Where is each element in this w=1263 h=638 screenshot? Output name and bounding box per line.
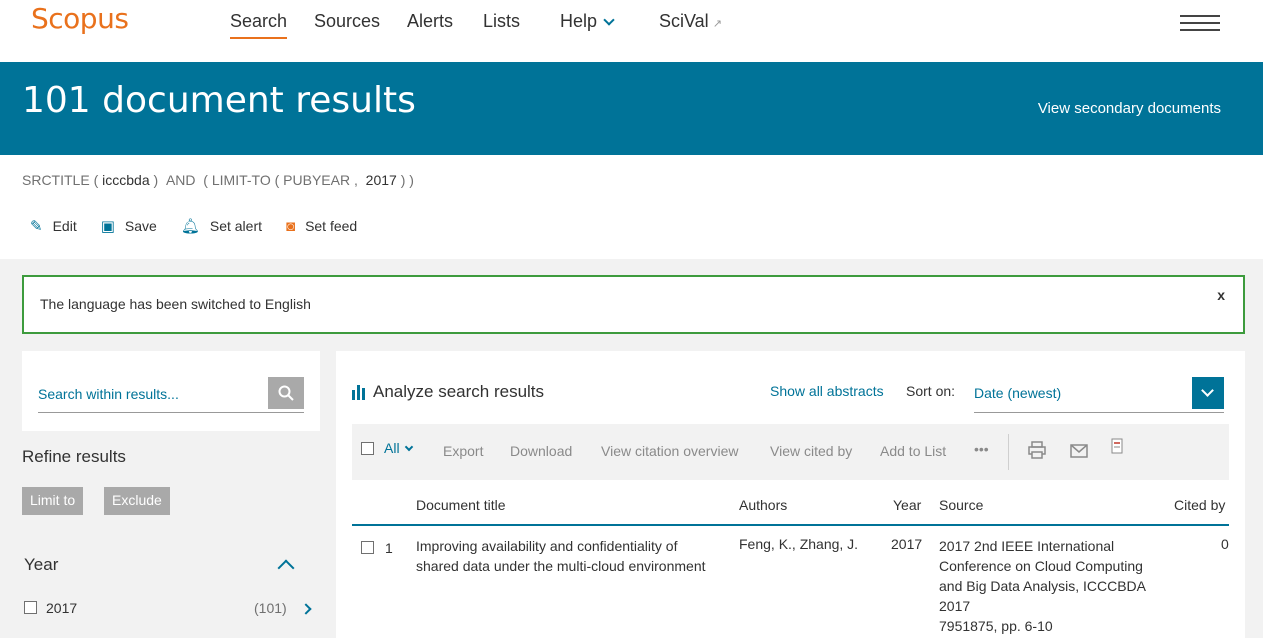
year-facet-count: (101)	[254, 600, 287, 616]
view-secondary-documents-link[interactable]: View secondary documents	[1038, 100, 1221, 117]
add-to-list-button[interactable]: Add to List	[880, 443, 946, 459]
chevron-right-icon[interactable]	[300, 603, 312, 615]
chevron-down-icon[interactable]	[1192, 377, 1224, 409]
view-cited-by-button[interactable]: View cited by	[770, 443, 852, 459]
rss-icon: ◙	[286, 217, 296, 235]
sort-selected-value: Date (newest)	[974, 385, 1062, 401]
set-feed-button[interactable]: ◙ Set feed	[286, 217, 357, 235]
refine-results-title: Refine results	[22, 447, 126, 466]
sort-on-label: Sort on:	[906, 383, 956, 399]
nav-help[interactable]: Help	[560, 11, 615, 32]
analyze-label: Analyze search results	[373, 382, 545, 401]
query-limit-value: 2017	[365, 172, 397, 188]
year-facet-title: Year	[24, 555, 59, 574]
document-source: 2017 2nd IEEE International Conference o…	[939, 536, 1169, 636]
search-within-panel	[22, 351, 320, 431]
query-operator: AND	[165, 172, 196, 188]
language-alert: The language has been switched to Englis…	[22, 275, 1245, 334]
row-number: 1	[385, 540, 393, 556]
search-within-input[interactable]	[38, 377, 266, 411]
query-field: SRCTITLE	[22, 172, 90, 188]
email-icon[interactable]	[1070, 444, 1088, 458]
toolbar-divider	[1008, 434, 1009, 470]
column-header-year[interactable]: Year	[893, 497, 921, 513]
nav-scival[interactable]: SciVal ↗	[659, 11, 722, 32]
exclude-button[interactable]: Exclude	[104, 487, 170, 515]
search-button[interactable]	[268, 377, 304, 409]
authors-links[interactable]: Feng, K., Zhang, J.	[739, 536, 858, 552]
show-all-abstracts-link[interactable]: Show all abstracts	[770, 383, 884, 399]
year-checkbox[interactable]	[24, 601, 37, 614]
column-header-document-title[interactable]: Document title	[416, 497, 505, 513]
results-banner: 101 document results View secondary docu…	[0, 62, 1263, 155]
close-icon[interactable]: x	[1217, 287, 1225, 303]
document-year: 2017	[891, 536, 923, 552]
save-label: Save	[124, 218, 157, 234]
query-limit-field: PUBYEAR	[283, 172, 351, 188]
year-facet-item: 2017 (101)	[22, 600, 320, 622]
chevron-down-icon	[603, 14, 615, 26]
row-checkbox[interactable]	[361, 541, 374, 554]
column-header-cited-by[interactable]: Cited by	[1174, 497, 1225, 513]
document-title-link[interactable]: Improving availability and confidentiali…	[416, 536, 716, 576]
table-header-divider	[352, 524, 1229, 526]
sort-select[interactable]: Date (newest)	[974, 377, 1224, 413]
edit-button[interactable]: ✎ Edit	[30, 217, 77, 235]
more-options-icon[interactable]: •••	[974, 441, 989, 457]
table-row: 1 Improving availability and confidentia…	[352, 536, 1229, 638]
set-alert-button[interactable]: 🔔︎ Set alert	[181, 217, 262, 235]
query-term: icccbda	[102, 172, 150, 188]
nav-alerts[interactable]: Alerts	[407, 11, 453, 32]
alert-message: The language has been switched to Englis…	[40, 296, 311, 312]
bar-chart-icon	[352, 384, 365, 400]
nav-scival-label: SciVal	[659, 11, 709, 31]
scopus-logo[interactable]: Scopus	[31, 2, 129, 35]
nav-lists[interactable]: Lists	[483, 11, 520, 32]
search-within-field	[38, 377, 304, 413]
query-limit: LIMIT-TO	[211, 172, 271, 188]
column-header-authors[interactable]: Authors	[739, 497, 787, 513]
limit-to-button[interactable]: Limit to	[22, 487, 84, 515]
external-link-icon: ↗	[712, 18, 722, 30]
set-feed-label: Set feed	[305, 218, 358, 234]
nav-search[interactable]: Search	[230, 11, 288, 39]
year-facet-label: 2017	[46, 600, 78, 616]
select-all-dropdown[interactable]: All	[384, 440, 413, 456]
export-button[interactable]: Export	[443, 443, 483, 459]
nav-sources[interactable]: Sources	[314, 11, 380, 32]
pencil-icon: ✎	[30, 218, 43, 235]
chevron-down-icon	[404, 442, 413, 452]
chevron-up-icon[interactable]	[277, 559, 295, 577]
print-icon[interactable]	[1027, 441, 1047, 459]
source-pages: 7951875, pp. 6-10	[939, 618, 1053, 634]
select-all-checkbox[interactable]	[361, 442, 374, 455]
query-section: SRCTITLE ( icccbda ) AND ( LIMIT-TO ( PU…	[0, 155, 1263, 259]
results-toolbar: All Export Download View citation overvi…	[352, 424, 1229, 480]
results-panel: Analyze search results Show all abstract…	[336, 351, 1245, 638]
hamburger-menu-icon[interactable]	[1180, 15, 1220, 33]
download-button[interactable]: Download	[510, 443, 572, 459]
select-all-label: All	[384, 440, 400, 456]
page-title: 101 document results	[22, 80, 416, 121]
search-icon	[278, 385, 294, 401]
save-button[interactable]: ▣ Save	[101, 217, 157, 235]
edit-label: Edit	[52, 218, 77, 234]
source-title[interactable]: 2017 2nd IEEE International Conference o…	[939, 536, 1169, 616]
top-navigation: Scopus Search Sources Alerts Lists Help …	[0, 0, 1263, 62]
view-citation-overview-button[interactable]: View citation overview	[601, 443, 738, 459]
query-string: SRCTITLE ( icccbda ) AND ( LIMIT-TO ( PU…	[22, 172, 414, 188]
pdf-icon[interactable]	[1110, 438, 1124, 454]
column-header-source[interactable]: Source	[939, 497, 983, 513]
query-actions: ✎ Edit ▣ Save 🔔︎ Set alert ◙ Set feed	[30, 217, 357, 236]
bell-icon: 🔔︎	[180, 218, 200, 235]
analyze-search-results-link[interactable]: Analyze search results	[352, 382, 544, 402]
nav-help-label: Help	[560, 11, 598, 31]
cited-by-count[interactable]: 0	[1221, 536, 1229, 552]
set-alert-label: Set alert	[209, 218, 262, 234]
save-icon: ▣	[100, 218, 115, 235]
